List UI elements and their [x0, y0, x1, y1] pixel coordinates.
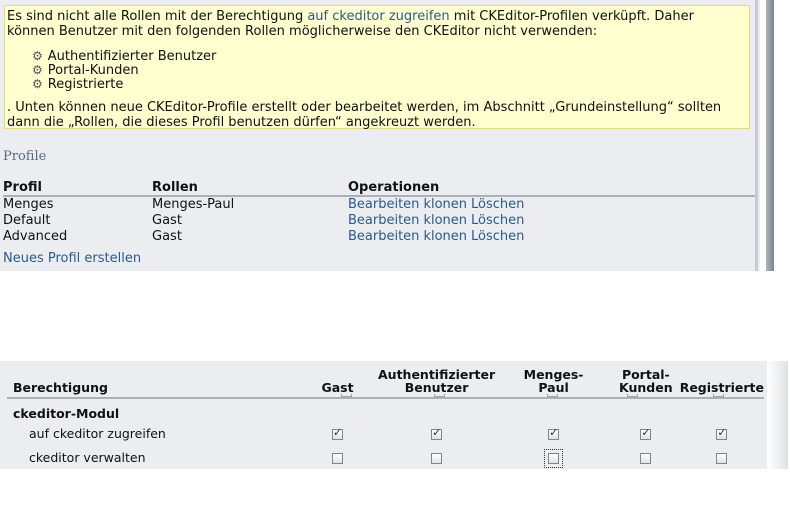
clone-link[interactable]: klonen: [423, 213, 467, 228]
column-header-portal-kunden: Portal- Kunden: [611, 361, 680, 399]
checkbox-stub: [341, 394, 352, 397]
table-row: Advanced Gast Bearbeiten klonen Löschen: [3, 229, 755, 245]
profile-name: Default: [3, 213, 51, 228]
column-header-operationen: Operationen: [348, 179, 755, 197]
profile-roles: Menges-Paul: [152, 197, 235, 212]
column-header-rollen: Rollen: [152, 179, 348, 197]
delete-link[interactable]: Löschen: [471, 229, 524, 244]
column-header-gast: Gast: [297, 361, 378, 399]
list-item: ⚙ Authentifizierter Benutzer: [32, 49, 745, 64]
clone-link[interactable]: klonen: [423, 229, 467, 244]
profiles-heading: Profile: [3, 149, 47, 164]
panel-border: [755, 0, 758, 271]
column-header-menges-paul: Menges- Paul: [495, 361, 612, 399]
permission-checkbox[interactable]: [640, 452, 652, 464]
role-name: Authentifizierter Benutzer: [47, 49, 217, 64]
new-profile-link[interactable]: Neues Profil erstellen: [3, 251, 141, 266]
header-line: Paul: [538, 380, 569, 395]
checkbox-cell: [297, 421, 378, 445]
permissions-table: Berechtigung Gast Authentifizierter Benut…: [7, 361, 764, 469]
permission-name: ckeditor verwalten: [29, 449, 146, 465]
panel-edge: [767, 361, 788, 469]
profile-name: Advanced: [3, 229, 68, 244]
edit-link[interactable]: Bearbeiten: [348, 229, 419, 244]
permission-checkbox[interactable]: [431, 452, 443, 464]
permissions-panel: Berechtigung Gast Authentifizierter Benut…: [0, 361, 767, 469]
checkbox-cell: [612, 421, 680, 445]
checkbox-stub: [627, 394, 638, 397]
column-header-registrierte: Registrierte: [679, 361, 764, 399]
profile-roles: Gast: [152, 213, 182, 228]
warning-footer-text: . Unten können neue CKEditor-Profile ers…: [7, 100, 722, 130]
module-name: ckeditor-Modul: [13, 406, 120, 421]
table-header-row: Profil Rollen Operationen: [3, 179, 755, 197]
checkbox-cell: [495, 445, 612, 469]
clone-link[interactable]: klonen: [423, 197, 467, 212]
checkbox-cell: [378, 421, 495, 445]
permission-checkbox[interactable]: [548, 426, 560, 440]
gear-icon: ⚙: [32, 63, 43, 77]
profile-operations: Bearbeiten klonen Löschen: [348, 213, 755, 229]
gear-icon: ⚙: [32, 77, 43, 91]
checkbox-cell: [297, 445, 378, 469]
checkbox-cell: [680, 421, 764, 445]
table-header-row: Berechtigung Gast Authentifizierter Benut…: [7, 361, 764, 399]
permission-checkbox[interactable]: [716, 452, 728, 464]
checkbox-cell: [495, 421, 612, 445]
gear-icon: ⚙: [32, 49, 43, 63]
header-line: Benutzer: [404, 380, 469, 395]
permission-checkbox[interactable]: [332, 426, 344, 440]
table-row: Menges Menges-Paul Bearbeiten klonen Lösch…: [3, 196, 755, 213]
list-item: ⚙ Registrierte: [32, 77, 745, 92]
column-header-authentifizierter-benutzer: Authentifizierter Benutzer: [378, 361, 496, 399]
permission-checkbox[interactable]: [431, 426, 443, 440]
checkbox-cell: [612, 445, 680, 469]
role-name: Registrierte: [47, 77, 124, 92]
profiles-table: Profil Rollen Operationen Menges Menges-…: [3, 179, 755, 245]
edit-link[interactable]: Bearbeiten: [348, 197, 419, 212]
role-name: Portal-Kunden: [47, 63, 139, 78]
profile-roles: Gast: [152, 229, 182, 244]
table-row: auf ckeditor zugreifen: [7, 421, 764, 445]
delete-link[interactable]: Löschen: [471, 213, 524, 228]
checkbox-stub: [713, 394, 724, 397]
column-header-profil: Profil: [3, 179, 152, 197]
profiles-panel: Es sind nicht alle Rollen mit der Berech…: [0, 0, 760, 271]
scrollbar-track[interactable]: [766, 0, 774, 271]
table-row: Default Gast Bearbeiten klonen Löschen: [3, 213, 755, 229]
profile-operations: Bearbeiten klonen Löschen: [348, 196, 755, 213]
checkbox-cell: [680, 445, 764, 469]
permission-checkbox[interactable]: [716, 426, 728, 440]
permission-checkbox[interactable]: [640, 426, 652, 440]
edit-link[interactable]: Bearbeiten: [348, 213, 419, 228]
column-header-berechtigung: Berechtigung: [7, 361, 298, 399]
permission-checkbox[interactable]: [544, 448, 564, 468]
header-line: Kunden: [619, 380, 673, 395]
checkbox-stub: [547, 394, 558, 397]
permission-name: auf ckeditor zugreifen: [29, 425, 166, 441]
permission-checkbox[interactable]: [332, 452, 344, 464]
list-item: ⚙ Portal-Kunden: [32, 63, 745, 78]
checkbox-stub: [434, 394, 445, 397]
profile-operations: Bearbeiten klonen Löschen: [348, 229, 755, 245]
profile-name: Menges: [3, 197, 54, 212]
role-list: ⚙ Authentifizierter Benutzer ⚙ Portal-Kund…: [32, 49, 745, 92]
delete-link[interactable]: Löschen: [471, 197, 524, 212]
checkbox-cell: [378, 445, 495, 469]
table-row: ckeditor verwalten: [7, 445, 764, 469]
permission-link[interactable]: auf ckeditor zugreifen: [307, 9, 449, 24]
warning-message: Es sind nicht alle Rollen mit der Berech…: [4, 5, 750, 130]
module-row: ckeditor-Modul: [7, 398, 764, 421]
warning-text-before: Es sind nicht alle Rollen mit der Berech…: [7, 9, 308, 24]
